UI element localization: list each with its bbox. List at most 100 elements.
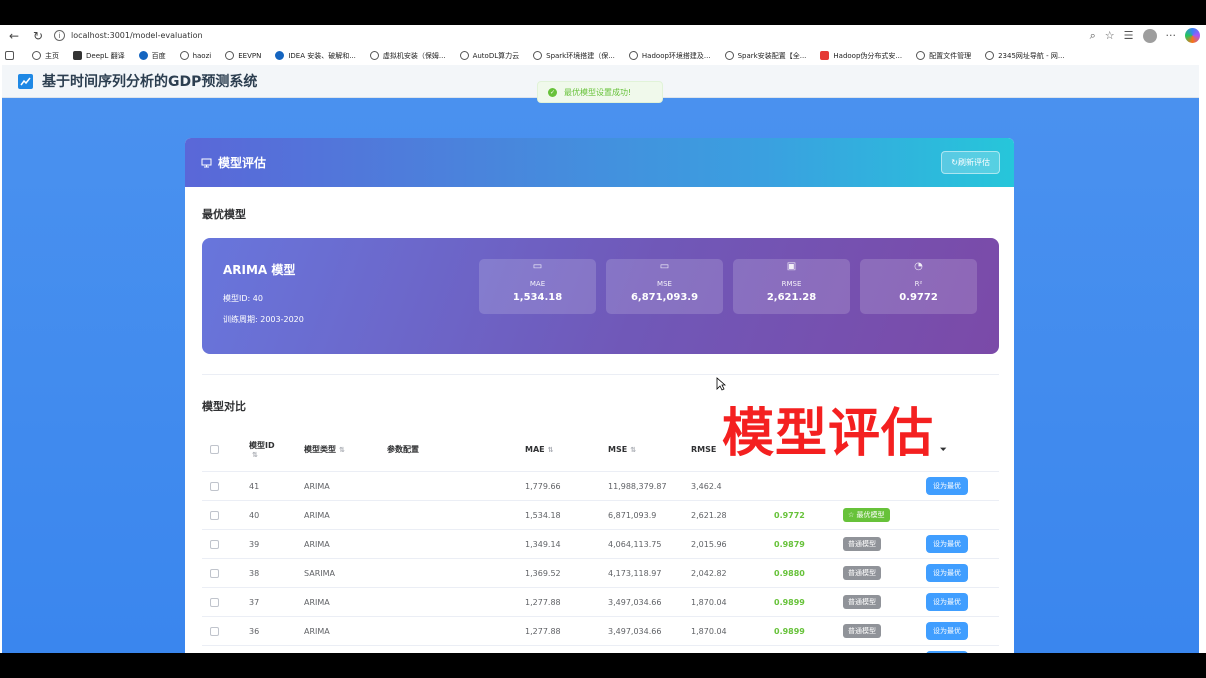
- back-icon[interactable]: ←: [6, 28, 22, 44]
- zoom-icon[interactable]: ⌕: [1090, 29, 1096, 43]
- comparison-section-title: 模型对比: [202, 400, 246, 413]
- metric-card-r2: ◔ R² 0.9772: [860, 259, 977, 314]
- cell-id: 41: [249, 481, 260, 491]
- status-badge: 普通模型: [843, 537, 881, 551]
- table-row[interactable]: 39 ARIMA 1,349.14 4,064,113.75 2,015.96 0.987…: [202, 530, 999, 559]
- header-type[interactable]: 模型类型 ⇅: [304, 428, 345, 471]
- trend-logo-icon: [18, 73, 33, 89]
- monitor-icon: ▭: [532, 261, 543, 272]
- url-text[interactable]: localhost:3001/model-evaluation: [71, 31, 203, 40]
- set-best-button[interactable]: 设为最优: [926, 622, 968, 640]
- header-id-label: 模型ID: [249, 441, 275, 450]
- cell-mse: 3,497,034.66: [608, 597, 662, 607]
- table-row[interactable]: 40 ARIMA 1,534.18 6,871,093.9 2,621.28 0.9772…: [202, 501, 999, 530]
- row-checkbox[interactable]: [210, 588, 219, 616]
- filter-icon[interactable]: ⏷: [940, 428, 946, 471]
- bookmark-favicon-icon: [225, 51, 235, 60]
- status-badge: 普通模型: [843, 595, 881, 609]
- metric-value: 6,871,093.9: [630, 292, 699, 303]
- bookmark-item[interactable]: 百度: [138, 51, 166, 61]
- metric-card-mse: ▭ MSE 6,871,093.9: [606, 259, 723, 314]
- sort-icon[interactable]: ⇅: [630, 446, 636, 454]
- row-checkbox[interactable]: [210, 646, 219, 653]
- profile-avatar[interactable]: [1142, 28, 1157, 43]
- bookmark-item[interactable]: Hadoop环境搭建及...: [628, 51, 711, 61]
- bookmark-item[interactable]: 主页: [32, 51, 59, 61]
- bookmark-item[interactable]: haozi: [179, 51, 212, 60]
- row-checkbox[interactable]: [210, 472, 219, 500]
- more-icon[interactable]: ···: [1166, 29, 1177, 42]
- cell-action: 设为最优: [926, 646, 968, 653]
- overlay-caption: 模型评估: [722, 404, 935, 464]
- reading-list-icon[interactable]: [5, 51, 18, 60]
- bookmark-item[interactable]: Spark安装配置【全...: [724, 51, 806, 61]
- header-id[interactable]: 模型ID ⇅: [249, 428, 275, 471]
- bookmark-label: 2345网址导航 - 网...: [998, 51, 1065, 60]
- row-checkbox[interactable]: [210, 559, 219, 587]
- bookmark-label: DeepL 翻译: [86, 51, 125, 60]
- table-body: 41 ARIMA 1,779.66 11,988,379.87 3,462.4 设为最优 4…: [202, 472, 999, 653]
- table-row[interactable]: 41 ARIMA 1,779.66 11,988,379.87 3,462.4 设为最优: [202, 472, 999, 501]
- header-rmse[interactable]: RMSE: [691, 428, 716, 471]
- cell-type: ARIMA: [304, 597, 330, 607]
- best-model-name: ARIMA 模型: [223, 263, 296, 277]
- metric-label: MAE: [529, 280, 546, 288]
- row-checkbox[interactable]: [210, 617, 219, 645]
- cell-type: ARIMA: [304, 510, 330, 520]
- select-all-checkbox[interactable]: [210, 428, 219, 471]
- bookmark-label: haozi: [192, 51, 212, 60]
- set-best-button[interactable]: 设为最优: [926, 477, 968, 495]
- reload-icon[interactable]: ↻: [30, 28, 46, 44]
- bookmark-item[interactable]: 2345网址导航 - 网...: [985, 51, 1065, 61]
- header-mae[interactable]: MAE ⇅: [525, 428, 554, 471]
- favorites-list-icon[interactable]: ☰: [1124, 29, 1134, 42]
- table-row[interactable]: 35 ARIMA 1,277.88 3,497,034.66 1,870.04 0.989…: [202, 646, 999, 653]
- best-model-period: 训练周期: 2003-2020: [223, 314, 304, 325]
- bookmark-item[interactable]: IDEA 安装、破解和...: [275, 51, 356, 61]
- cell-id: 37: [249, 597, 260, 607]
- row-checkbox[interactable]: [210, 501, 219, 529]
- bookmark-favicon-icon: [533, 51, 543, 60]
- bookmark-item[interactable]: Hadoop伪分布式安...: [820, 51, 902, 61]
- bookmark-item[interactable]: Spark环境搭建（保...: [533, 51, 615, 61]
- set-best-button[interactable]: 设为最优: [926, 651, 968, 653]
- bookmark-item[interactable]: 配置文件管理: [916, 51, 971, 61]
- table-row[interactable]: 36 ARIMA 1,277.88 3,497,034.66 1,870.04 0.989…: [202, 617, 999, 646]
- header-mse[interactable]: MSE ⇅: [608, 428, 636, 471]
- set-best-button[interactable]: 设为最优: [926, 535, 968, 553]
- cell-rmse: 1,870.04: [691, 626, 727, 636]
- table-row[interactable]: 38 SARIMA 1,369.52 4,173,118.97 2,042.82 0.98…: [202, 559, 999, 588]
- cell-rmse: 1,870.04: [691, 597, 727, 607]
- url-box[interactable]: i localhost:3001/model-evaluation: [54, 30, 203, 41]
- bookmark-favicon-icon: [369, 51, 379, 60]
- set-best-button[interactable]: 设为最优: [926, 593, 968, 611]
- cell-type: ARIMA: [304, 646, 330, 653]
- table-row[interactable]: 37 ARIMA 1,277.88 3,497,034.66 1,870.04 0.989…: [202, 588, 999, 617]
- bookmark-item[interactable]: 虚拟机安装（保姆...: [369, 51, 446, 61]
- copilot-icon[interactable]: [1185, 28, 1200, 43]
- sort-icon[interactable]: ⇅: [252, 451, 258, 459]
- favorite-star-icon[interactable]: ☆: [1105, 29, 1115, 42]
- best-model-id: 模型ID: 40: [223, 293, 263, 304]
- bookmark-item[interactable]: DeepL 翻译: [73, 51, 125, 61]
- sort-icon[interactable]: ⇅: [339, 446, 345, 454]
- best-model-section-title: 最优模型: [202, 208, 246, 221]
- bookmark-label: AutoDL算力云: [472, 51, 520, 60]
- browser-toolbar: ⌕ ☆ ☰ ···: [1090, 28, 1200, 43]
- cell-mae: 1,277.88: [525, 646, 561, 653]
- bookmark-item[interactable]: AutoDL算力云: [459, 51, 520, 61]
- info-icon[interactable]: i: [54, 30, 65, 41]
- refresh-evaluation-button[interactable]: ↻刷新评估: [941, 151, 1000, 174]
- cell-mse: 3,497,034.66: [608, 646, 661, 653]
- metric-card-mae: ▭ MAE 1,534.18: [479, 259, 596, 314]
- set-best-button[interactable]: 设为最优: [926, 564, 968, 582]
- header-mae-label: MAE: [525, 445, 545, 454]
- cell-rmse: 2,042.82: [691, 568, 727, 578]
- sort-icon[interactable]: ⇅: [548, 446, 554, 454]
- row-checkbox[interactable]: [210, 530, 219, 558]
- header-params-label: 参数配置: [387, 445, 419, 454]
- bookmark-item[interactable]: EEVPN: [225, 51, 261, 60]
- bookmark-favicon-icon: [628, 51, 638, 60]
- best-model-panel: ARIMA 模型 模型ID: 40 训练周期: 2003-2020 ▭ MAE …: [202, 238, 999, 354]
- bookmark-label: 主页: [45, 51, 59, 60]
